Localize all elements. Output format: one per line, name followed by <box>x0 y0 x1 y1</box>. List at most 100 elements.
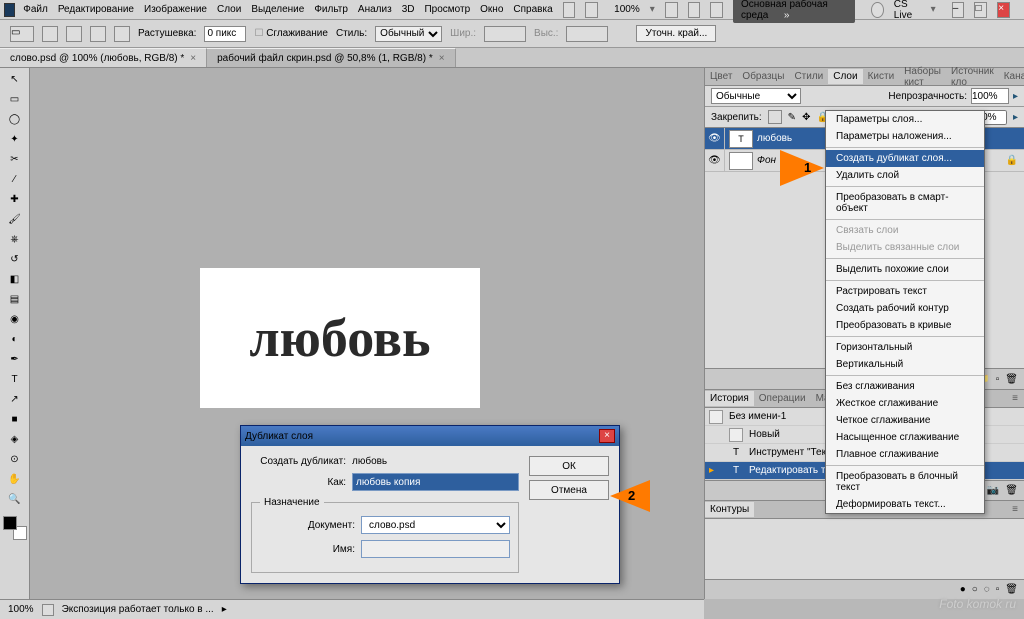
lock-move-icon[interactable]: ✥ <box>802 112 810 123</box>
close-icon[interactable]: × <box>190 53 196 64</box>
menu-help[interactable]: Справка <box>513 4 552 15</box>
ctx-duplicate-layer[interactable]: Создать дубликат слоя... <box>826 150 984 167</box>
dialog-close-icon[interactable]: × <box>599 429 615 443</box>
screen-mode-icon[interactable] <box>710 2 723 18</box>
panel-menu-icon[interactable]: ≡ <box>1006 391 1024 406</box>
tab-contours[interactable]: Контуры <box>705 502 754 517</box>
gradient-tool-icon[interactable]: ▤ <box>4 290 26 308</box>
3d-tool-icon[interactable]: ◈ <box>4 430 26 448</box>
opacity-slider-icon[interactable]: ▸ <box>1013 91 1018 102</box>
layer-name[interactable]: Фон <box>757 155 776 166</box>
layer-thumb[interactable] <box>729 152 753 170</box>
marquee-tool-icon[interactable]: ▭ <box>4 90 26 108</box>
lasso-tool-icon[interactable]: ◯ <box>4 110 26 128</box>
stamp-tool-icon[interactable]: ⎈ <box>4 230 26 248</box>
visibility-icon[interactable]: 👁 <box>705 150 725 171</box>
trash-icon[interactable]: 🗑 <box>1005 374 1018 385</box>
menu-3d[interactable]: 3D <box>402 4 415 15</box>
color-swatches[interactable] <box>3 516 27 540</box>
heal-tool-icon[interactable]: ✚ <box>4 190 26 208</box>
tab-swatches[interactable]: Образцы <box>737 69 789 84</box>
cslive-label[interactable]: CS Live <box>894 0 921 21</box>
launch-bridge-icon[interactable] <box>563 2 576 18</box>
type-tool-icon[interactable]: T <box>4 370 26 388</box>
tab-color[interactable]: Цвет <box>705 69 737 84</box>
window-max-icon[interactable]: □ <box>974 2 987 18</box>
menu-select[interactable]: Выделение <box>251 4 304 15</box>
blur-tool-icon[interactable]: ◉ <box>4 310 26 328</box>
window-close-icon[interactable]: × <box>997 2 1010 18</box>
view-extras-icon[interactable] <box>585 2 598 18</box>
tab-brushes[interactable]: Кисти <box>863 69 900 84</box>
zoom-display[interactable]: 100% <box>614 4 640 15</box>
layer-thumb[interactable]: T <box>729 130 753 148</box>
ctx-select-similar[interactable]: Выделить похожие слои <box>826 261 984 278</box>
doc-tab-1[interactable]: слово.psd @ 100% (любовь, RGB/8) *× <box>0 48 207 67</box>
brush-tool-icon[interactable]: 🖌 <box>4 210 26 228</box>
status-info[interactable]: Экспозиция работает только в ... <box>62 604 214 615</box>
crop-tool-icon[interactable]: ✂ <box>4 150 26 168</box>
ctx-aa-strong[interactable]: Насыщенное сглаживание <box>826 429 984 446</box>
stroke-path-icon[interactable]: ○ <box>972 584 978 595</box>
as-input[interactable] <box>352 473 519 491</box>
visibility-icon[interactable]: 👁 <box>705 128 725 149</box>
history-brush-tool-icon[interactable]: ↺ <box>4 250 26 268</box>
ok-button[interactable]: ОК <box>529 456 609 476</box>
tab-layers[interactable]: Слои <box>828 69 862 84</box>
arrange-icon[interactable] <box>688 2 701 18</box>
dodge-tool-icon[interactable]: ◐ <box>4 330 26 348</box>
eyedropper-tool-icon[interactable]: ∕ <box>4 170 26 188</box>
move-tool-icon[interactable]: ↖ <box>4 70 26 88</box>
marquee-int-icon[interactable] <box>114 26 130 42</box>
pen-tool-icon[interactable]: ✒ <box>4 350 26 368</box>
panel-menu-icon[interactable]: ≡ <box>1006 502 1024 517</box>
eraser-tool-icon[interactable]: ◧ <box>4 270 26 288</box>
ctx-smart-object[interactable]: Преобразовать в смарт-объект <box>826 189 984 217</box>
lock-transparent-icon[interactable] <box>768 110 782 124</box>
fill-path-icon[interactable]: ● <box>960 584 966 595</box>
ctx-delete-layer[interactable]: Удалить слой <box>826 167 984 184</box>
menu-file[interactable]: Файл <box>23 4 48 15</box>
zoom-tool-icon[interactable]: 🔍 <box>4 490 26 508</box>
fill-slider-icon[interactable]: ▸ <box>1013 112 1018 123</box>
ctx-aa-sharp[interactable]: Жесткое сглаживание <box>826 395 984 412</box>
close-icon[interactable]: × <box>439 53 445 64</box>
ctx-aa-smooth[interactable]: Плавное сглаживание <box>826 446 984 463</box>
new-path-icon[interactable]: ▫ <box>996 584 1000 595</box>
snapshot-icon[interactable]: 📷 <box>987 485 999 496</box>
menu-analysis[interactable]: Анализ <box>358 4 392 15</box>
hand-icon[interactable] <box>665 2 678 18</box>
status-zoom[interactable]: 100% <box>8 604 34 615</box>
menu-window[interactable]: Окно <box>480 4 503 15</box>
smooth-checkbox[interactable]: ☐ Сглаживание <box>254 28 328 39</box>
window-min-icon[interactable]: – <box>952 2 965 18</box>
menu-view[interactable]: Просмотр <box>424 4 470 15</box>
menu-edit[interactable]: Редактирование <box>58 4 134 15</box>
hand-tool-icon[interactable]: ✋ <box>4 470 26 488</box>
wand-tool-icon[interactable]: ✦ <box>4 130 26 148</box>
shape-tool-icon[interactable]: ■ <box>4 410 26 428</box>
tab-history[interactable]: История <box>705 391 754 406</box>
trash-icon[interactable]: 🗑 <box>1005 485 1018 496</box>
ctx-vertical[interactable]: Вертикальный <box>826 356 984 373</box>
tab-styles[interactable]: Стили <box>789 69 828 84</box>
doc-tab-2[interactable]: рабочий файл скрин.psd @ 50,8% (1, RGB/8… <box>207 48 455 67</box>
menu-layers[interactable]: Слои <box>217 4 241 15</box>
marquee-new-icon[interactable] <box>42 26 58 42</box>
ctx-to-curves[interactable]: Преобразовать в кривые <box>826 317 984 334</box>
marquee-sub-icon[interactable] <box>90 26 106 42</box>
path-to-sel-icon[interactable]: ◌ <box>984 584 990 595</box>
document-select[interactable]: слово.psd <box>361 516 510 534</box>
ctx-aa-crisp[interactable]: Четкое сглаживание <box>826 412 984 429</box>
path-tool-icon[interactable]: ↗ <box>4 390 26 408</box>
dialog-titlebar[interactable]: Дубликат слоя × <box>241 426 619 446</box>
fg-color-swatch[interactable] <box>3 516 17 530</box>
trash-icon[interactable]: 🗑 <box>1005 584 1018 595</box>
ctx-horizontal[interactable]: Горизонтальный <box>826 339 984 356</box>
tab-channels[interactable]: Каналы <box>999 69 1024 84</box>
cslive-icon[interactable] <box>871 2 884 18</box>
tool-preset-icon[interactable]: ▭ <box>10 26 34 42</box>
menu-filter[interactable]: Фильтр <box>314 4 348 15</box>
layer-name[interactable]: любовь <box>757 133 792 144</box>
new-layer-icon[interactable]: ▫ <box>996 374 1000 385</box>
